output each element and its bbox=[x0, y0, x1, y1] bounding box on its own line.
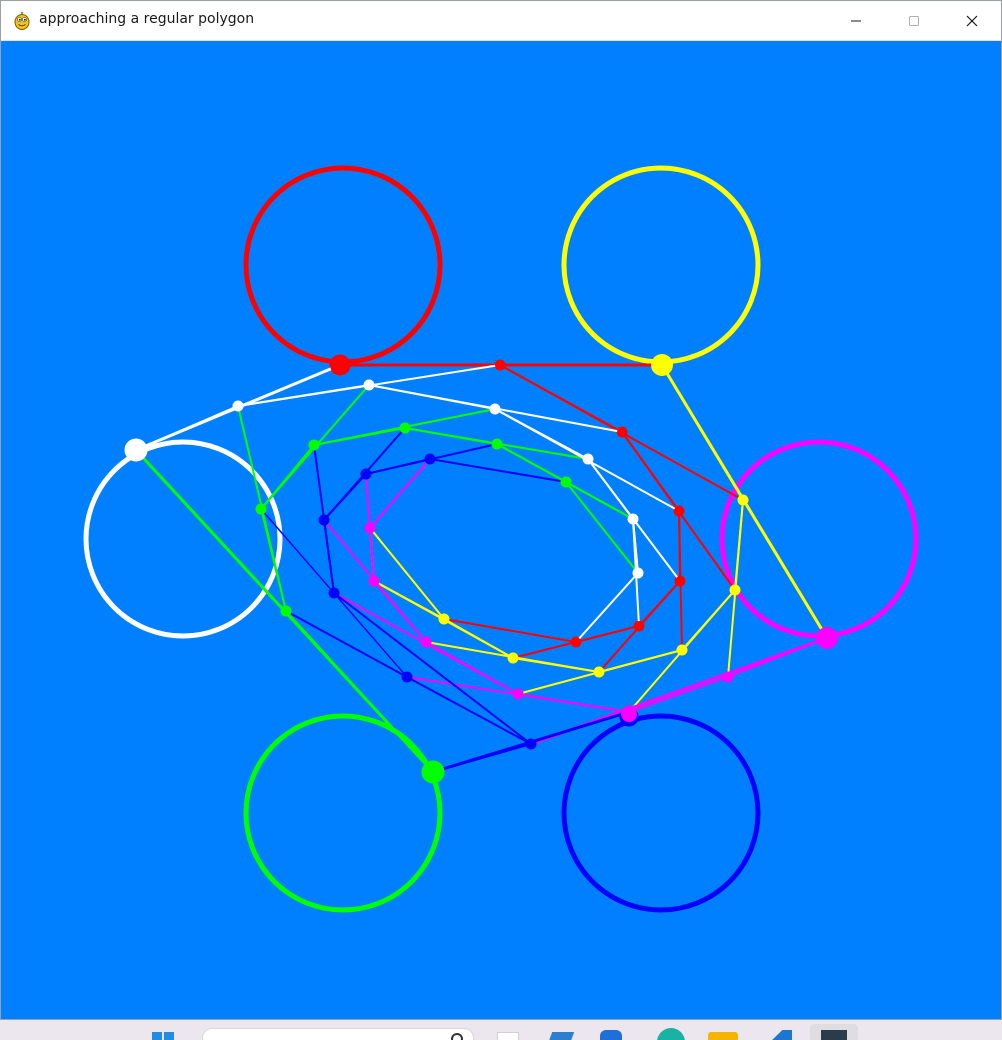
maximize-icon bbox=[909, 15, 919, 26]
window-title: approaching a regular polygon bbox=[39, 11, 255, 27]
close-icon bbox=[966, 15, 978, 26]
green-circle bbox=[243, 713, 443, 913]
minimize-button[interactable] bbox=[827, 1, 885, 40]
yellow-trail bbox=[369, 354, 829, 713]
close-button[interactable] bbox=[943, 1, 1001, 40]
vscode-icon[interactable] bbox=[768, 1030, 792, 1040]
white-trail bbox=[124, 363, 681, 643]
windows-start-icon[interactable] bbox=[152, 1032, 174, 1040]
widgets-icon[interactable] bbox=[547, 1032, 575, 1040]
title-bar[interactable]: approaching a regular polygon bbox=[1, 1, 1001, 41]
search-box[interactable] bbox=[202, 1028, 474, 1040]
white-circle bbox=[83, 439, 283, 639]
taskbar bbox=[0, 1020, 1002, 1040]
file-explorer-icon[interactable] bbox=[708, 1032, 738, 1040]
yellow-circle bbox=[561, 165, 761, 365]
maximize-button[interactable] bbox=[885, 1, 943, 40]
search-icon bbox=[451, 1033, 463, 1040]
pygame-snake-icon bbox=[14, 11, 30, 30]
minimize-icon bbox=[851, 20, 861, 21]
app-window: approaching a regular polygon bbox=[0, 0, 1002, 1020]
vertex-dots-overlay bbox=[125, 354, 838, 783]
task-view-icon[interactable] bbox=[497, 1032, 519, 1040]
edge-icon[interactable] bbox=[600, 1030, 622, 1040]
browser-icon[interactable] bbox=[657, 1028, 685, 1040]
pygame-canvas[interactable] bbox=[1, 40, 1001, 1019]
red-circle bbox=[243, 165, 443, 365]
magenta-circle bbox=[719, 439, 919, 639]
terminal-icon[interactable] bbox=[810, 1024, 858, 1040]
blue-circle bbox=[561, 713, 761, 913]
